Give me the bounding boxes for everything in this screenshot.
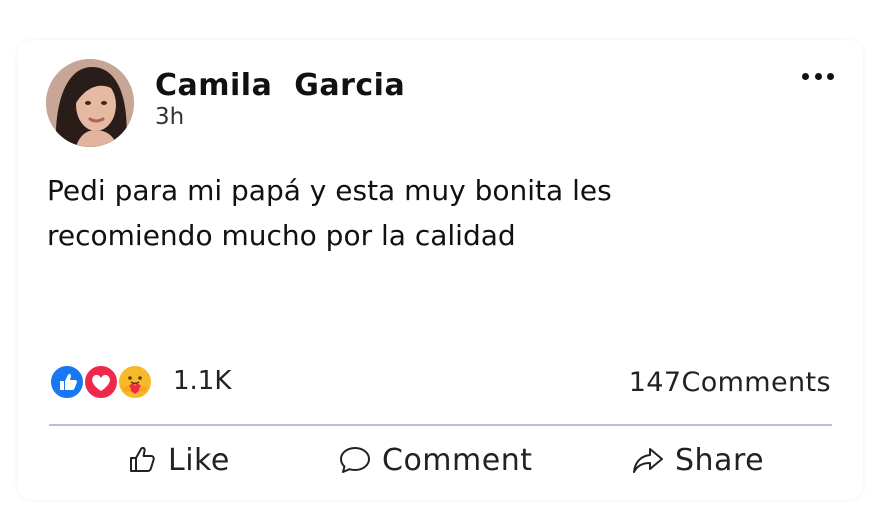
author-avatar[interactable] [46,59,134,147]
care-reaction-icon [117,364,153,400]
share-arrow-icon [633,448,663,473]
like-label: Like [168,442,230,478]
post-card: Camila Garcia 3h Pedi para mi papá y est… [18,40,863,500]
reaction-icons[interactable] [49,362,159,402]
more-dot-icon [827,72,834,80]
reaction-count[interactable]: 1.1K [173,366,231,396]
comments-count-number: 147 [628,367,682,398]
like-button[interactable]: Like [128,438,230,482]
comments-count-label: Comments [681,367,831,398]
speech-bubble-icon [340,447,370,473]
post-timestamp[interactable]: 3h [155,104,184,130]
author-name[interactable]: Camila Garcia [155,68,405,103]
comments-count-link[interactable]: 147Comments [629,367,831,398]
action-divider [49,424,832,426]
like-reaction-icon [49,364,85,400]
thumbs-up-icon [130,446,155,472]
comment-label: Comment [382,442,533,478]
comment-button[interactable]: Comment [338,438,532,482]
share-button[interactable]: Share [631,438,764,482]
avatar-photo [46,59,134,147]
more-dot-icon [802,72,809,80]
post-text: Pedi para mi papá y esta muy bonita les … [47,174,612,252]
love-reaction-icon [83,364,119,400]
share-label: Share [675,442,765,478]
more-dot-icon [814,72,822,80]
more-options-button[interactable] [802,68,834,84]
